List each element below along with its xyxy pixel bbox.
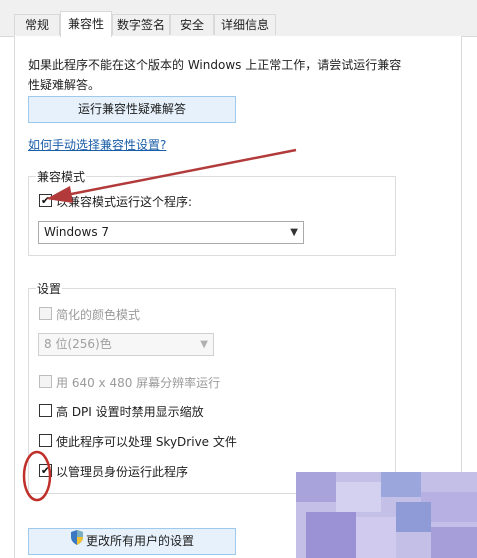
resolution-640-checkbox[interactable] bbox=[39, 375, 52, 388]
tab-compatibility[interactable]: 兼容性 bbox=[60, 11, 112, 37]
resolution-640-label: 用 640 x 480 屏幕分辨率运行 bbox=[56, 376, 221, 390]
color-depth-value: 8 位(256)色 bbox=[44, 337, 112, 351]
intro-text: 如果此程序不能在这个版本的 Windows 上正常工作，请尝试运行兼容性疑难解答… bbox=[28, 58, 402, 92]
chevron-down-icon: ▼ bbox=[200, 339, 208, 350]
compat-mode-label: 以兼容模式运行这个程序: bbox=[56, 195, 193, 209]
os-version-select[interactable]: Windows 7 ▼ bbox=[38, 221, 304, 244]
tab-details[interactable]: 详细信息 bbox=[214, 14, 276, 35]
color-depth-select[interactable]: 8 位(256)色 ▼ bbox=[38, 333, 214, 356]
os-version-value: Windows 7 bbox=[44, 225, 110, 239]
reduced-color-checkbox[interactable] bbox=[39, 307, 52, 320]
compat-mode-group bbox=[28, 176, 396, 256]
chevron-down-icon: ▼ bbox=[290, 227, 298, 238]
run-troubleshooter-button[interactable]: 运行兼容性疑难解答 bbox=[28, 96, 236, 123]
manual-settings-link[interactable]: 如何手动选择兼容性设置? bbox=[28, 136, 166, 153]
change-all-users-button[interactable]: 更改所有用户的设置 bbox=[28, 528, 236, 555]
high-dpi-checkbox[interactable] bbox=[39, 404, 52, 417]
reduced-color-label: 简化的颜色模式 bbox=[56, 308, 141, 322]
high-dpi-label: 高 DPI 设置时禁用显示缩放 bbox=[56, 405, 204, 419]
checkmark-icon: ✔ bbox=[40, 194, 51, 207]
tab-security[interactable]: 安全 bbox=[170, 14, 214, 35]
compat-mode-checkbox[interactable]: ✔ bbox=[39, 194, 52, 207]
tab-general[interactable]: 常规 bbox=[14, 14, 60, 35]
checkmark-icon: ✔ bbox=[40, 464, 51, 477]
watermark-mosaic bbox=[296, 472, 477, 558]
change-all-users-label: 更改所有用户的设置 bbox=[85, 534, 194, 548]
tab-strip: 常规 兼容性 数字签名 安全 详细信息 bbox=[0, 0, 477, 37]
shield-icon bbox=[70, 529, 84, 554]
skydrive-checkbox[interactable] bbox=[39, 434, 52, 447]
run-as-admin-checkbox[interactable]: ✔ bbox=[39, 464, 52, 477]
skydrive-label: 使此程序可以处理 SkyDrive 文件 bbox=[56, 435, 237, 449]
compat-mode-title: 兼容模式 bbox=[36, 168, 87, 185]
tab-digital-signature[interactable]: 数字签名 bbox=[112, 14, 170, 35]
run-as-admin-label: 以管理员身份运行此程序 bbox=[56, 465, 189, 479]
settings-title: 设置 bbox=[36, 280, 63, 297]
